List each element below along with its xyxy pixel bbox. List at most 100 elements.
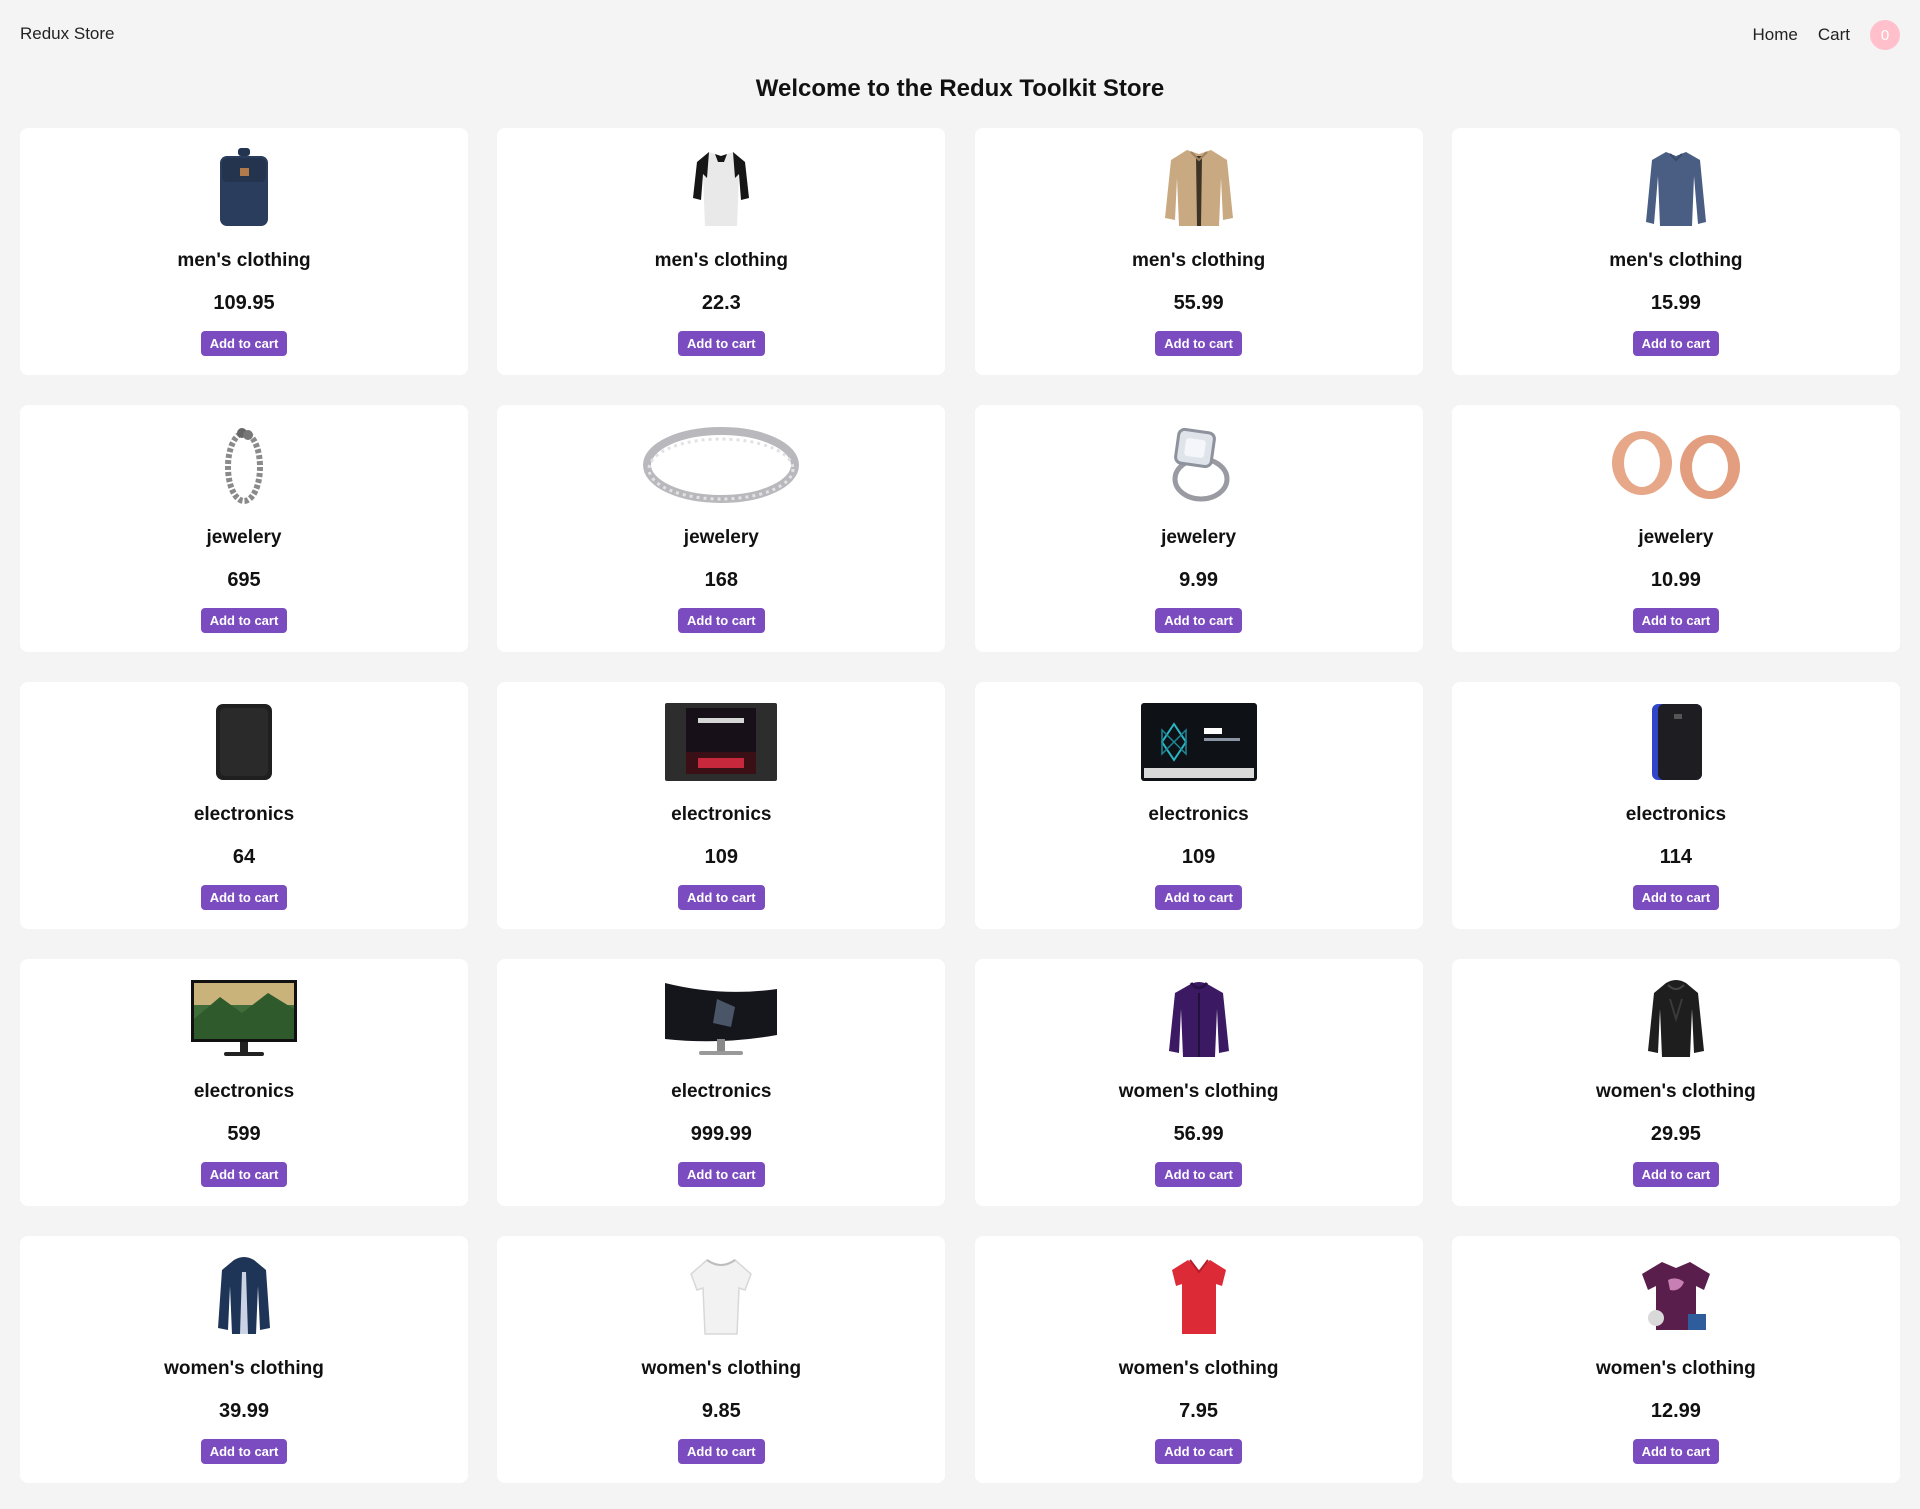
add-to-cart-button[interactable]: Add to cart [200,1439,288,1464]
add-to-cart-button[interactable]: Add to cart [1632,1162,1720,1187]
add-to-cart-button[interactable]: Add to cart [677,1162,765,1187]
ring-band-image[interactable] [641,425,801,505]
product-card: electronics 999.99 Add to cart [497,959,946,1206]
add-to-cart-button[interactable]: Add to cart [1155,1439,1242,1464]
nav-cart-link[interactable]: Cart [1818,25,1850,45]
product-price: 109.95 [213,292,275,314]
product-card: men's clothing 109.95 Add to cart [20,128,468,375]
product-price: 39.99 [218,1400,270,1422]
product-price: 999.99 [690,1123,752,1145]
backpack-image[interactable] [164,148,324,228]
product-price: 15.99 [1650,292,1701,314]
add-to-cart-button[interactable]: Add to cart [1155,331,1242,356]
tshirt-image[interactable] [641,148,801,228]
product-price: 109 [704,846,738,868]
add-to-cart-button[interactable]: Add to cart [677,331,765,356]
product-category: men's clothing [654,250,788,271]
product-price: 22.3 [701,292,741,314]
product-category: women's clothing [1118,1358,1279,1379]
add-to-cart-button[interactable]: Add to cart [1155,885,1242,910]
add-to-cart-button[interactable]: Add to cart [677,885,765,910]
product-card: jewelery 9.99 Add to cart [974,405,1423,652]
product-category: women's clothing [641,1358,802,1379]
purple-tshirt-image[interactable] [1596,1256,1756,1336]
product-card: jewelery 10.99 Add to cart [1451,405,1900,652]
add-to-cart-button[interactable]: Add to cart [200,608,288,633]
add-to-cart-button[interactable]: Add to cart [677,608,765,633]
product-category: electronics [1148,804,1249,825]
add-to-cart-button[interactable]: Add to cart [1155,1162,1242,1187]
product-category: men's clothing [177,250,311,271]
product-card: electronics 109 Add to cart [974,682,1423,929]
product-card: women's clothing 12.99 Add to cart [1451,1236,1900,1483]
product-card: men's clothing 15.99 Add to cart [1451,128,1900,375]
ssd-image[interactable] [641,702,801,782]
cart-count-badge: 0 [1870,20,1900,50]
rose-gold-plugs-image[interactable] [1596,425,1756,505]
product-card: electronics 114 Add to cart [1451,682,1900,929]
leather-jacket-image[interactable] [1596,979,1756,1059]
product-price: 9.99 [1179,569,1219,591]
product-card: men's clothing 22.3 Add to cart [497,128,946,375]
product-card: electronics 64 Add to cart [20,682,468,929]
product-category: electronics [671,804,772,825]
product-card: women's clothing 29.95 Add to cart [1451,959,1900,1206]
product-price: 114 [1659,846,1693,868]
product-card: men's clothing 55.99 Add to cart [974,128,1423,375]
product-card: jewelery 695 Add to cart [20,405,468,652]
add-to-cart-button[interactable]: Add to cart [1155,608,1242,633]
product-category: women's clothing [164,1358,324,1379]
hard-drive-image[interactable] [164,702,324,782]
product-price: 29.95 [1650,1123,1701,1145]
product-category: women's clothing [1596,1081,1756,1102]
product-category: jewelery [206,527,282,548]
add-to-cart-button[interactable]: Add to cart [677,1439,765,1464]
product-category: men's clothing [1131,250,1266,271]
product-category: women's clothing [1118,1081,1279,1102]
longsleeve-image[interactable] [1596,148,1756,228]
add-to-cart-button[interactable]: Add to cart [200,885,288,910]
page-title: Welcome to the Redux Toolkit Store [755,75,1165,102]
brand-name[interactable]: Redux Store [20,24,115,44]
white-top-image[interactable] [641,1256,801,1336]
raincoat-image[interactable] [164,1256,324,1336]
product-price: 109 [1181,846,1216,868]
purple-jacket-image[interactable] [1119,979,1279,1059]
bracelet-image[interactable] [164,425,324,505]
monitor-image[interactable] [164,979,324,1059]
product-price: 56.99 [1173,1123,1224,1145]
product-price: 599 [227,1123,261,1145]
add-to-cart-button[interactable]: Add to cart [1632,885,1720,910]
product-card: jewelery 168 Add to cart [497,405,946,652]
product-category: women's clothing [1596,1358,1756,1379]
diamond-ring-image[interactable] [1119,425,1279,505]
product-price: 168 [704,569,738,591]
jacket-image[interactable] [1119,148,1279,228]
product-price: 12.99 [1650,1400,1701,1422]
ssd-image[interactable] [1119,702,1279,782]
product-category: electronics [1625,804,1727,825]
top-navbar: Redux Store Home Cart 0 [0,0,1920,70]
portable-drive-image[interactable] [1596,702,1756,782]
product-price: 10.99 [1650,569,1701,591]
add-to-cart-button[interactable]: Add to cart [1632,608,1720,633]
product-price: 55.99 [1173,292,1224,314]
product-category: jewelery [1161,527,1237,548]
product-category: men's clothing [1609,250,1743,271]
add-to-cart-button[interactable]: Add to cart [200,331,288,356]
red-tshirt-image[interactable] [1119,1256,1279,1336]
product-card: electronics 109 Add to cart [497,682,946,929]
product-price: 64 [232,846,256,868]
product-card: women's clothing 7.95 Add to cart [974,1236,1423,1483]
add-to-cart-button[interactable]: Add to cart [200,1162,288,1187]
add-to-cart-button[interactable]: Add to cart [1632,331,1720,356]
product-grid: men's clothing 109.95 Add to cart men's … [20,128,1900,1483]
product-card: women's clothing 56.99 Add to cart [974,959,1423,1206]
add-to-cart-button[interactable]: Add to cart [1632,1439,1720,1464]
nav-home-link[interactable]: Home [1753,25,1798,45]
curved-monitor-image[interactable] [641,979,801,1059]
product-category: jewelery [1638,527,1714,548]
product-category: electronics [671,1081,772,1102]
product-category: electronics [193,1081,295,1102]
product-price: 7.95 [1179,1400,1219,1422]
